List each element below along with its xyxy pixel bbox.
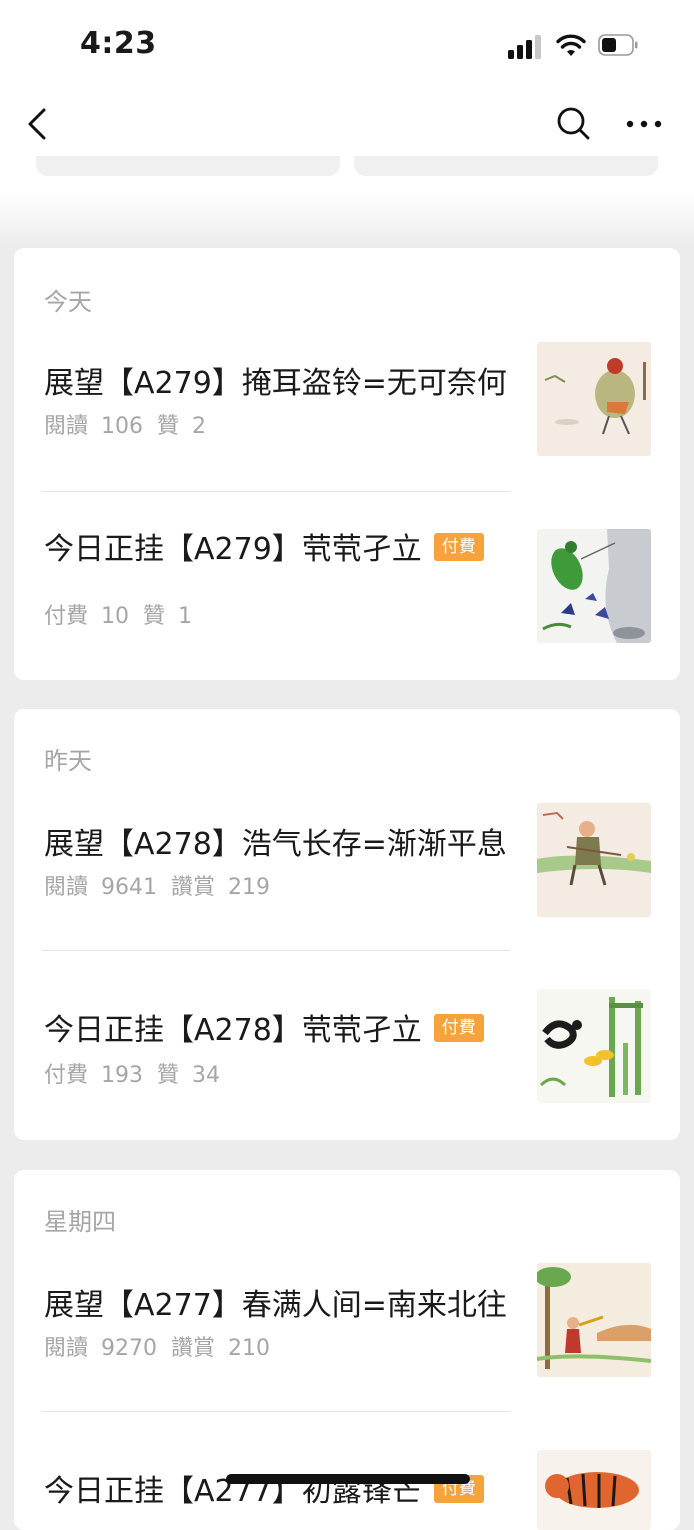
article-title: 展望【A278】浩气长存=渐渐平息 <box>44 827 507 862</box>
section-card-today: 今天 展望【A279】掩耳盗铃=无可奈何 閱讀 106 贊 2 今日正挂【A279… <box>14 248 680 680</box>
filter-tab-left[interactable] <box>36 156 340 176</box>
like-count: 贊 1 <box>143 604 192 629</box>
article-stats: 閱讀 9270 讚賞 210 <box>44 1330 284 1362</box>
paid-badge: 付費 <box>433 1013 484 1042</box>
article-item[interactable]: 今日正挂【A278】茕茕孑立 付費 付費 193 贊 34 <box>14 951 680 1121</box>
reward-count: 讚賞 219 <box>170 875 270 900</box>
article-title: 展望【A279】掩耳盗铃=无可奈何 <box>44 366 507 401</box>
section-card-yesterday: 昨天 展望【A278】浩气长存=渐渐平息 閱讀 9641 讚賞 219 今日正挂【… <box>14 709 680 1140</box>
search-icon[interactable] <box>554 104 594 144</box>
read-count: 閱讀 106 <box>44 414 143 439</box>
article-stats: 付費 10 贊 1 <box>44 598 206 630</box>
paid-count: 付費 10 <box>44 604 129 629</box>
section-day-label: 昨天 <box>44 747 92 775</box>
battery-icon <box>598 34 638 56</box>
article-item[interactable]: 今日正挂【A279】茕茕孑立 付費 付費 10 贊 1 <box>14 492 680 662</box>
read-count: 閱讀 9641 <box>44 875 157 900</box>
article-item[interactable]: 展望【A279】掩耳盗铃=无可奈何 閱讀 106 贊 2 <box>14 340 680 490</box>
article-item[interactable]: 今日正挂【A277】初露锋芒 付費 <box>14 1412 680 1530</box>
article-item[interactable]: 展望【A278】浩气长存=渐渐平息 閱讀 9641 讚賞 219 <box>14 801 680 951</box>
wifi-icon <box>556 34 586 56</box>
status-bar: 4:23 <box>0 0 694 92</box>
home-indicator[interactable] <box>226 1474 470 1484</box>
read-count: 閱讀 9270 <box>44 1336 157 1361</box>
cellular-signal-icon <box>508 35 544 59</box>
section-day-label: 星期四 <box>44 1208 116 1236</box>
nav-bar <box>0 92 694 156</box>
back-button[interactable] <box>22 104 56 144</box>
more-options-icon[interactable] <box>624 110 664 138</box>
article-thumbnail <box>537 342 651 456</box>
article-thumbnail <box>537 1263 651 1377</box>
article-thumbnail <box>537 989 651 1103</box>
article-title: 今日正挂【A277】初露锋芒 付費 <box>44 1466 484 1510</box>
paid-badge: 付費 <box>433 532 484 561</box>
article-stats: 閱讀 106 贊 2 <box>44 408 220 440</box>
article-stats: 閱讀 9641 讚賞 219 <box>44 869 284 901</box>
article-thumbnail <box>537 1450 651 1530</box>
filter-tab-right[interactable] <box>354 156 658 176</box>
article-thumbnail <box>537 803 651 917</box>
article-title: 展望【A277】春满人间=南来北往 <box>44 1288 507 1323</box>
article-title: 今日正挂【A279】茕茕孑立 付費 <box>44 524 484 568</box>
article-stats: 付費 193 贊 34 <box>44 1057 234 1089</box>
like-count: 贊 2 <box>157 414 206 439</box>
article-item[interactable]: 展望【A277】春满人间=南来北往 閱讀 9270 讚賞 210 <box>14 1262 680 1412</box>
reward-count: 讚賞 210 <box>170 1336 270 1361</box>
status-time: 4:23 <box>80 26 157 61</box>
paid-count: 付費 193 <box>44 1063 143 1088</box>
like-count: 贊 34 <box>157 1063 220 1088</box>
section-day-label: 今天 <box>44 288 92 316</box>
article-title: 今日正挂【A278】茕茕孑立 付費 <box>44 1005 484 1049</box>
article-thumbnail <box>537 529 651 643</box>
